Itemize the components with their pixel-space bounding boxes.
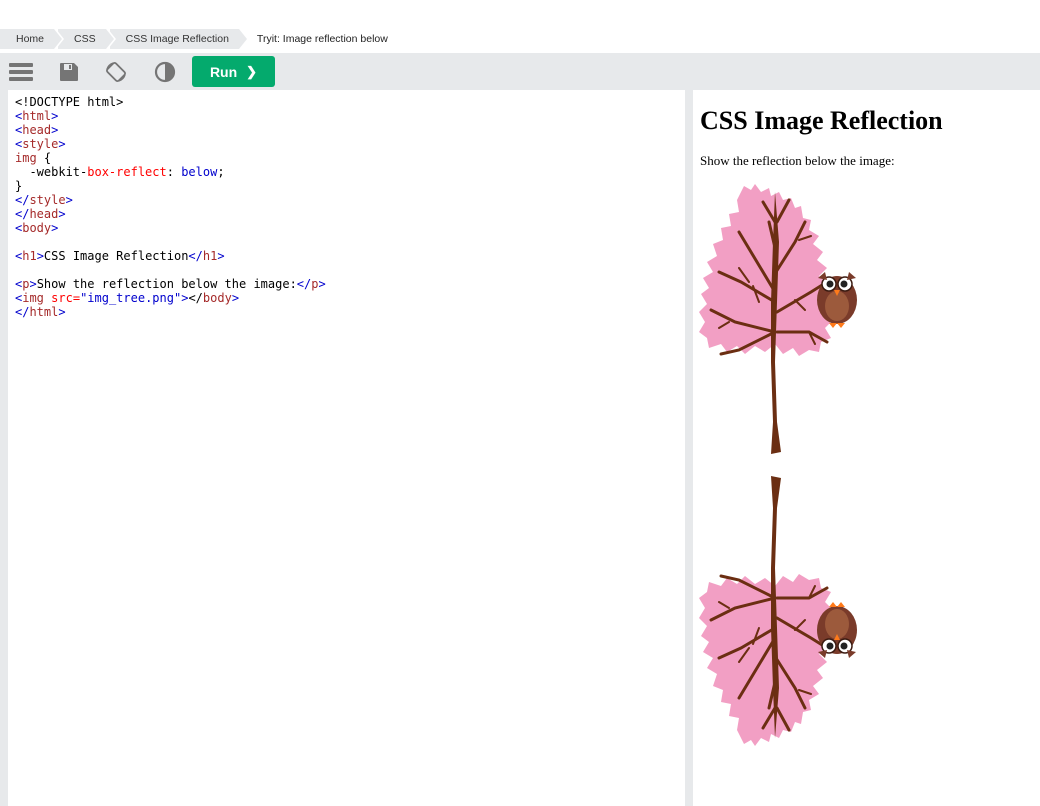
- menu-icon[interactable]: [8, 59, 34, 85]
- breadcrumb: Home CSS CSS Image Reflection Tryit: Ima…: [0, 29, 402, 49]
- result-paragraph: Show the reflection below the image:: [700, 153, 895, 168]
- breadcrumb-current: Tryit: Image reflection below: [256, 33, 388, 45]
- panel-divider[interactable]: [685, 90, 693, 806]
- editor-left-border: [0, 90, 8, 806]
- code-line-1: <!DOCTYPE html>: [15, 95, 124, 109]
- run-button-label: Run: [209, 63, 238, 80]
- chevron-right-icon: ❯: [246, 63, 258, 79]
- contrast-icon[interactable]: [152, 59, 178, 85]
- breadcrumb-home[interactable]: Home: [0, 29, 65, 49]
- code-editor[interactable]: <!DOCTYPE html> <html> <head> <style> im…: [8, 90, 685, 806]
- tree-image-with-reflection: [699, 182, 859, 748]
- toolbar: [0, 53, 1040, 90]
- rotate-icon[interactable]: [103, 59, 129, 85]
- breadcrumb-css[interactable]: CSS: [58, 29, 116, 49]
- run-button[interactable]: Run ❯: [192, 56, 275, 87]
- breadcrumb-css-image-reflection[interactable]: CSS Image Reflection: [109, 29, 250, 49]
- result-panel: CSS Image Reflection Show the reflection…: [693, 90, 1040, 806]
- save-icon[interactable]: [56, 59, 82, 85]
- code-line-2: html: [22, 109, 52, 123]
- code-text[interactable]: <!DOCTYPE html> <html> <head> <style> im…: [8, 90, 685, 319]
- result-heading: CSS Image Reflection: [700, 106, 943, 135]
